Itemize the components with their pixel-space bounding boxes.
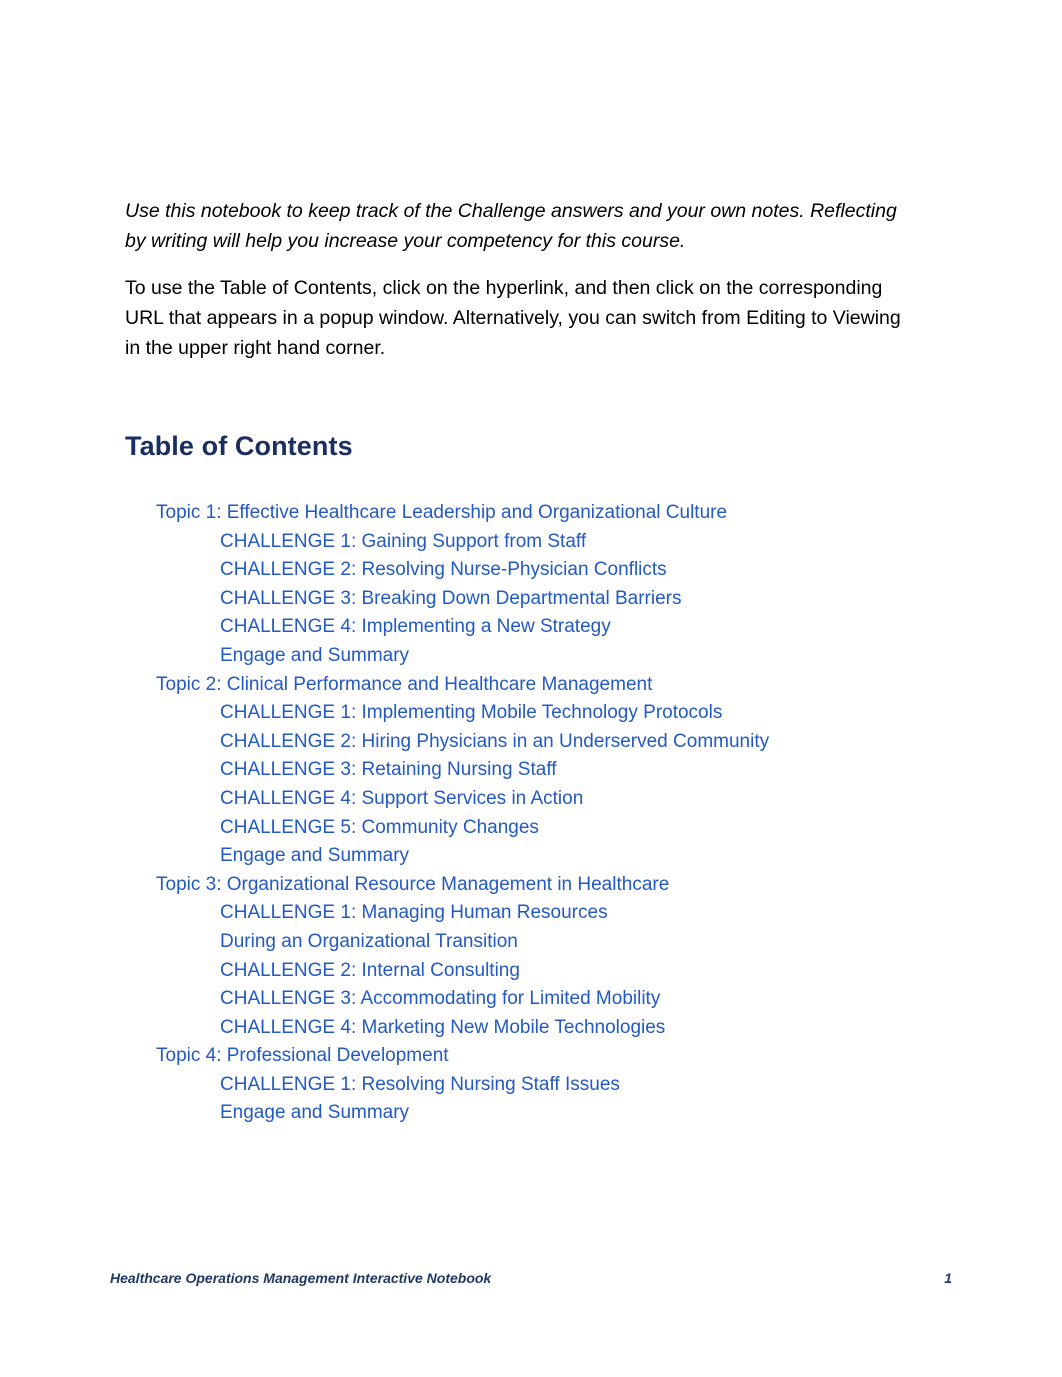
- toc-topic-link[interactable]: Topic 4: Professional Development: [0, 1042, 1062, 1071]
- toc-challenge-link[interactable]: CHALLENGE 1: Resolving Nursing Staff Iss…: [0, 1071, 1062, 1100]
- toc-challenge-link[interactable]: CHALLENGE 4: Support Services in Action: [0, 785, 1062, 814]
- toc-challenge-link[interactable]: CHALLENGE 4: Marketing New Mobile Techno…: [0, 1014, 1062, 1043]
- intro-instructions-paragraph: To use the Table of Contents, click on t…: [125, 277, 901, 359]
- page-title: Table of Contents: [125, 431, 353, 461]
- toc-topic-link[interactable]: Topic 3: Organizational Resource Managem…: [0, 871, 1062, 900]
- intro-section: Use this notebook to keep track of the C…: [125, 196, 917, 363]
- toc-challenge-link[interactable]: CHALLENGE 1: Implementing Mobile Technol…: [0, 699, 1062, 728]
- toc-challenge-link[interactable]: Engage and Summary: [0, 1099, 1062, 1128]
- toc-challenge-link[interactable]: CHALLENGE 1: Gaining Support from Staff: [0, 528, 1062, 557]
- toc-topic-link[interactable]: Topic 2: Clinical Performance and Health…: [0, 671, 1062, 700]
- toc-challenge-link[interactable]: CHALLENGE 3: Breaking Down Departmental …: [0, 585, 1062, 614]
- intro-italic-paragraph: Use this notebook to keep track of the C…: [125, 200, 897, 252]
- toc-challenge-link[interactable]: CHALLENGE 4: Implementing a New Strategy: [0, 613, 1062, 642]
- toc-challenge-link[interactable]: CHALLENGE 1: Managing Human Resources: [0, 899, 1062, 928]
- toc-challenge-link[interactable]: During an Organizational Transition: [0, 928, 1062, 957]
- footer-document-title: Healthcare Operations Management Interac…: [110, 1270, 492, 1286]
- toc-challenge-link[interactable]: CHALLENGE 3: Retaining Nursing Staff: [0, 756, 1062, 785]
- page-footer: Healthcare Operations Management Interac…: [110, 1268, 952, 1290]
- toc-challenge-link[interactable]: CHALLENGE 2: Resolving Nurse-Physician C…: [0, 556, 1062, 585]
- toc-topic-link[interactable]: Topic 1: Effective Healthcare Leadership…: [0, 499, 1062, 528]
- table-of-contents: Topic 1: Effective Healthcare Leadership…: [0, 499, 1062, 1128]
- toc-challenge-link[interactable]: CHALLENGE 5: Community Changes: [0, 814, 1062, 843]
- toc-challenge-link[interactable]: CHALLENGE 3: Accommodating for Limited M…: [0, 985, 1062, 1014]
- toc-challenge-link[interactable]: CHALLENGE 2: Internal Consulting: [0, 957, 1062, 986]
- toc-challenge-link[interactable]: CHALLENGE 2: Hiring Physicians in an Und…: [0, 728, 1062, 757]
- toc-challenge-link[interactable]: Engage and Summary: [0, 642, 1062, 671]
- toc-challenge-link[interactable]: Engage and Summary: [0, 842, 1062, 871]
- document-page: Use this notebook to keep track of the C…: [0, 0, 1062, 1377]
- footer-page-number: 1: [944, 1270, 952, 1286]
